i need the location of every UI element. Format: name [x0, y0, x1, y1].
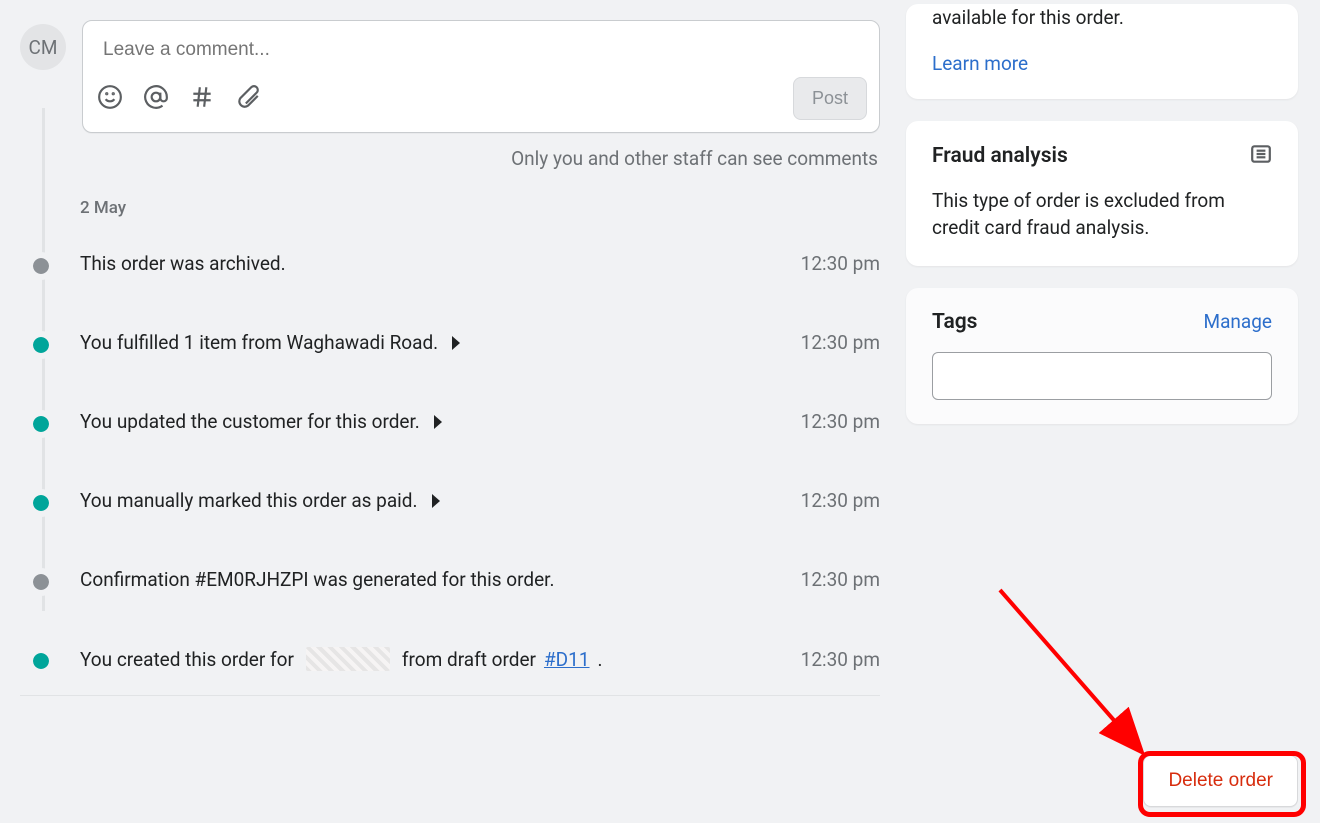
delete-order-button[interactable]: Delete order: [1143, 755, 1298, 807]
event-time: 12:30 pm: [801, 252, 880, 275]
staff-visibility-note: Only you and other staff can see comment…: [20, 147, 878, 170]
learn-more-link[interactable]: Learn more: [932, 52, 1028, 75]
timeline-line: [42, 108, 45, 611]
tags-input[interactable]: [932, 352, 1272, 400]
event-time: 12:30 pm: [801, 568, 880, 591]
timeline-event[interactable]: You manually marked this order as paid. …: [80, 489, 880, 512]
event-dot: [33, 337, 49, 353]
event-dot: [33, 574, 49, 590]
timeline-event[interactable]: You fulfilled 1 item from Waghawadi Road…: [80, 331, 880, 354]
mention-icon[interactable]: [143, 84, 169, 114]
redacted-name: [306, 647, 390, 671]
list-icon[interactable]: [1250, 143, 1272, 169]
fraud-title: Fraud analysis: [932, 144, 1068, 168]
event-text-prefix: You created this order for: [80, 648, 294, 671]
event-time: 12:30 pm: [801, 410, 880, 433]
divider: [20, 695, 880, 696]
attachment-icon[interactable]: [235, 84, 261, 114]
manage-tags-link[interactable]: Manage: [1204, 310, 1273, 333]
event-text-suffix: from draft order: [402, 648, 536, 671]
timeline-event[interactable]: You updated the customer for this order.…: [80, 410, 880, 433]
event-time: 12:30 pm: [801, 648, 880, 671]
event-text: Confirmation #EM0RJHZPI was generated fo…: [80, 568, 554, 591]
tags-card: Tags Manage: [906, 288, 1298, 424]
fraud-text: This type of order is excluded from cred…: [932, 187, 1272, 242]
event-dot: [33, 416, 49, 432]
event-time: 12:30 pm: [801, 489, 880, 512]
chevron-right-icon: [434, 415, 442, 429]
timeline-event: You created this order for from draft or…: [80, 647, 880, 671]
chevron-right-icon: [452, 336, 460, 350]
event-text: You updated the customer for this order.: [80, 410, 420, 433]
event-dot: [33, 495, 49, 511]
hashtag-icon[interactable]: [189, 84, 215, 114]
event-time: 12:30 pm: [801, 331, 880, 354]
chevron-right-icon: [432, 494, 440, 508]
event-text: You manually marked this order as paid.: [80, 489, 418, 512]
emoji-icon[interactable]: [97, 84, 123, 114]
timeline-event: Confirmation #EM0RJHZPI was generated fo…: [80, 568, 880, 591]
comment-input[interactable]: [83, 21, 879, 67]
event-text: You fulfilled 1 item from Waghawadi Road…: [80, 331, 438, 354]
tags-title: Tags: [932, 310, 977, 334]
draft-order-link[interactable]: #D11: [544, 648, 590, 671]
post-button[interactable]: Post: [793, 77, 867, 120]
conversion-card: available for this order. Learn more: [906, 4, 1298, 99]
timeline-event: This order was archived. 12:30 pm: [80, 252, 880, 275]
timeline-date: 2 May: [80, 198, 880, 218]
comment-box: Post: [82, 20, 880, 133]
fraud-analysis-card: Fraud analysis This type of order is exc…: [906, 121, 1298, 266]
event-text: This order was archived.: [80, 252, 286, 275]
conversion-text: available for this order.: [932, 4, 1272, 32]
avatar: CM: [20, 24, 66, 70]
event-dot: [33, 258, 49, 274]
comment-toolbar: Post: [83, 67, 879, 132]
event-dot: [33, 653, 49, 669]
